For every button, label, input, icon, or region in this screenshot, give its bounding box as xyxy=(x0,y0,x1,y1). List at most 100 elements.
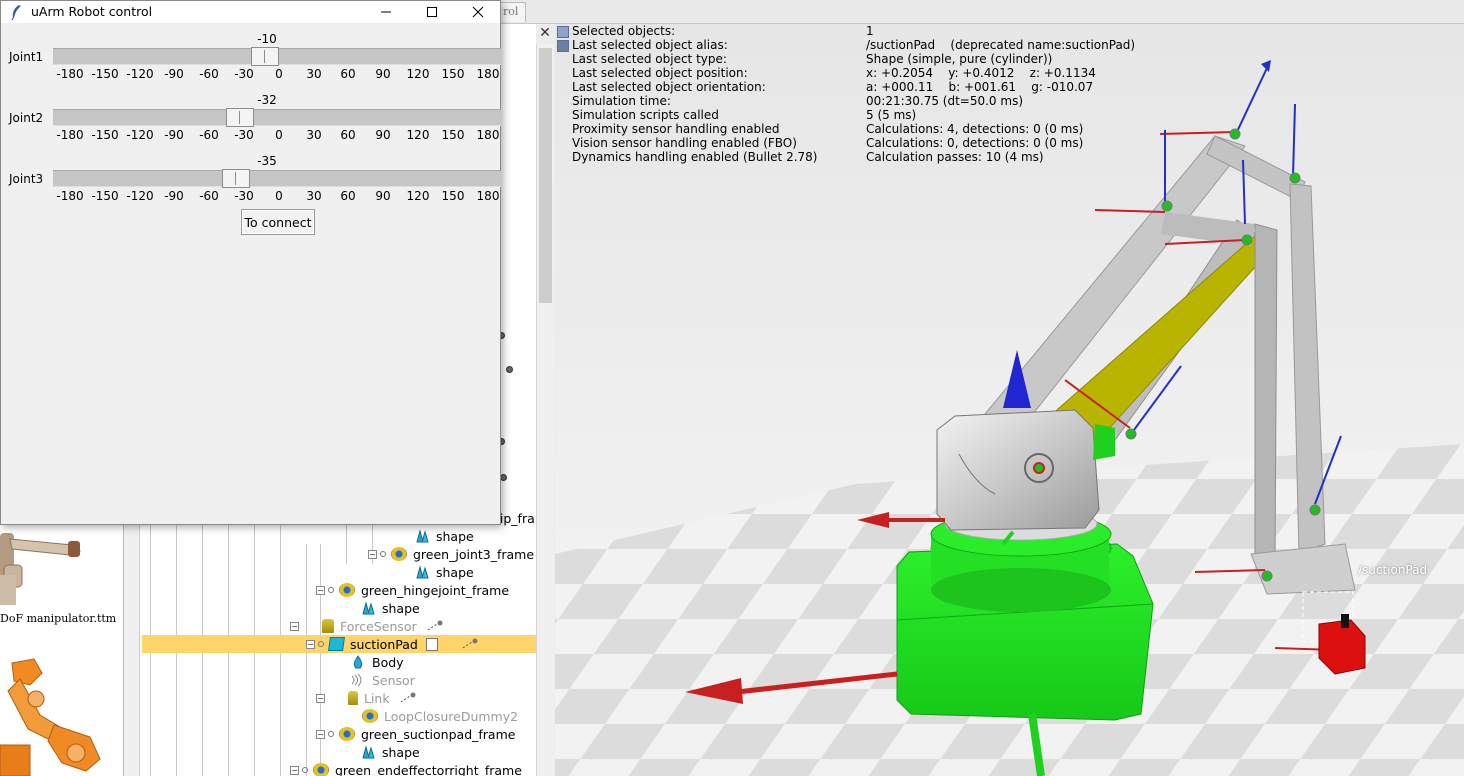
joint-value-label: -32 xyxy=(257,93,277,107)
slider-tick-label: 120 xyxy=(406,67,430,81)
tree-node-label: shape xyxy=(436,564,474,580)
maximize-button[interactable] xyxy=(409,1,455,23)
tree-node-shape[interactable]: shape xyxy=(360,743,420,761)
tree-node-label: shape xyxy=(382,744,420,760)
slider-tick-label: -90 xyxy=(164,128,184,142)
slider-thumb[interactable] xyxy=(226,108,254,127)
joint-icon xyxy=(391,547,407,561)
tree-node-green-endeffectorright-frame[interactable]: − green_endeffectorright_frame xyxy=(290,761,522,776)
tree-node-shape[interactable]: shape xyxy=(360,599,420,617)
collapse-toggle[interactable]: − xyxy=(316,729,325,739)
slider-tick-label: 0 xyxy=(275,189,283,203)
slider-tick-label: -180 xyxy=(56,67,84,81)
slider-tick-label: 60 xyxy=(340,128,356,142)
collapse-toggle[interactable]: − xyxy=(368,549,377,559)
joint-row-1: -10 Joint1 -180 -150 -120 -90 -60 -30 0 30 60 90 120… xyxy=(1,25,501,85)
info-value: 00:21:30.75 (dt=50.0 ms) xyxy=(866,94,1024,108)
tree-node-loopclosuredummy2[interactable]: LoopClosureDummy2 xyxy=(362,707,518,725)
joint-row-2: -32 Joint2 -180 -150 -120 -90 -60 -30 0 30 60 90 120… xyxy=(1,86,501,146)
dummy-icon xyxy=(348,691,358,705)
collapse-toggle[interactable]: − xyxy=(290,765,299,775)
tree-node-green-suctionpad-frame[interactable]: − green_suctionpad_frame xyxy=(316,725,515,743)
tree-node-label: Link xyxy=(364,690,390,706)
tree-node-label: green_hingejoint_frame xyxy=(361,582,510,598)
tree-node-body[interactable]: Body xyxy=(350,653,404,671)
visibility-dot[interactable] xyxy=(328,731,334,737)
tree-node-shape[interactable]: shape xyxy=(414,563,474,581)
tree-node-label: shape xyxy=(436,528,474,544)
info-value: 1 xyxy=(866,24,874,38)
shape-icon xyxy=(416,529,429,543)
manipulator-thumbnail[interactable] xyxy=(0,525,88,605)
tree-node-label: ForceSensor xyxy=(340,618,417,634)
connect-button[interactable]: To connect xyxy=(241,209,315,235)
close-button[interactable] xyxy=(455,1,501,23)
tree-node-green-hingejoint-frame[interactable]: − green_hingejoint_frame xyxy=(316,581,509,599)
slider-tick-label: -150 xyxy=(91,128,119,142)
title-bar[interactable]: uArm Robot control xyxy=(1,1,500,23)
tree-node-suctionpad-selected[interactable]: − suctionPad xyxy=(142,635,536,653)
info-collapse-button[interactable] xyxy=(557,26,569,38)
visibility-dot[interactable] xyxy=(302,767,308,773)
visibility-dot[interactable] xyxy=(380,551,386,557)
collapse-toggle[interactable]: − xyxy=(316,693,325,703)
slider-thumb[interactable] xyxy=(222,169,250,188)
slider-tick-label: 180 xyxy=(476,189,500,203)
info-label: Proximity sensor handling enabled xyxy=(572,122,780,136)
body-shape-icon xyxy=(353,655,363,669)
model-browser-scrollbar[interactable] xyxy=(124,525,140,776)
slider-tick-label: 0 xyxy=(275,67,283,81)
info-label: Simulation time: xyxy=(572,94,671,108)
slider-track[interactable] xyxy=(53,170,501,187)
tree-node-label: LoopClosureDummy2 xyxy=(384,708,519,724)
tree-node-shape[interactable]: shape xyxy=(414,527,474,545)
link-dummy-icon xyxy=(462,638,478,649)
slider-tick-label: -180 xyxy=(56,128,84,142)
slider-tick-label: -30 xyxy=(234,189,254,203)
slider-tick-label: -30 xyxy=(234,67,254,81)
info-value: x: +0.2054 y: +0.4012 z: +0.1134 xyxy=(866,66,1096,80)
tree-node-label: shape xyxy=(382,600,420,616)
minimize-button[interactable] xyxy=(363,1,409,23)
tree-node-green-joint3-frame[interactable]: − green_joint3_frame xyxy=(368,545,534,563)
shape-icon xyxy=(362,601,375,615)
collapse-toggle[interactable]: − xyxy=(316,585,325,595)
tree-node-forcesensor[interactable]: − ForceSensor xyxy=(290,617,445,635)
scrollbar-thumb[interactable] xyxy=(539,48,552,303)
app-tab[interactable]: rol xyxy=(500,2,526,22)
slider-tick-label: 90 xyxy=(375,128,391,142)
slider-tick-label: -90 xyxy=(164,189,184,203)
tree-node-label: Body xyxy=(372,654,404,670)
info-value: 5 (5 ms) xyxy=(866,108,917,122)
collapse-toggle[interactable]: − xyxy=(290,621,299,631)
joint-name-label: Joint2 xyxy=(9,111,44,125)
slider-tick-label: 180 xyxy=(476,67,500,81)
visibility-dot[interactable] xyxy=(328,587,334,593)
robot-control-window: uArm Robot control -10 Joint1 -180 -150 -120… xyxy=(0,0,501,525)
info-label: Vision sensor handling enabled (FBO) xyxy=(572,136,797,150)
info-label: Selected objects: xyxy=(572,24,676,38)
info-toggle-button[interactable] xyxy=(557,40,569,52)
info-value: Calculations: 0, detections: 0 (0 ms) xyxy=(866,136,1084,150)
script-icon[interactable] xyxy=(425,637,438,651)
tree-node-link[interactable]: − Link xyxy=(316,689,418,707)
joint-name-label: Joint3 xyxy=(9,172,44,186)
tree-node-sensor[interactable]: Sensor xyxy=(350,671,415,689)
slider-tick-label: 150 xyxy=(441,128,465,142)
hierarchy-scrollbar[interactable] xyxy=(536,44,554,776)
slider-tick-label: 150 xyxy=(441,189,465,203)
joint-name-label: Joint1 xyxy=(9,50,44,64)
model-caption: DoF manipulator.ttm xyxy=(0,612,117,625)
orange-robot-thumbnail[interactable] xyxy=(0,655,110,776)
visibility-dot[interactable] xyxy=(318,641,324,647)
slider-thumb[interactable] xyxy=(251,47,279,66)
slider-track[interactable] xyxy=(53,109,501,126)
tree-node-label: green_suctionpad_frame xyxy=(361,726,516,742)
close-icon[interactable]: ✕ xyxy=(537,26,553,42)
maximize-icon xyxy=(427,7,437,17)
slider-tick-label: 60 xyxy=(340,67,356,81)
feather-icon xyxy=(11,5,21,20)
collapse-toggle[interactable]: − xyxy=(306,639,315,649)
info-label: Dynamics handling enabled (Bullet 2.78) xyxy=(572,150,818,164)
slider-tick-label: -60 xyxy=(199,67,219,81)
